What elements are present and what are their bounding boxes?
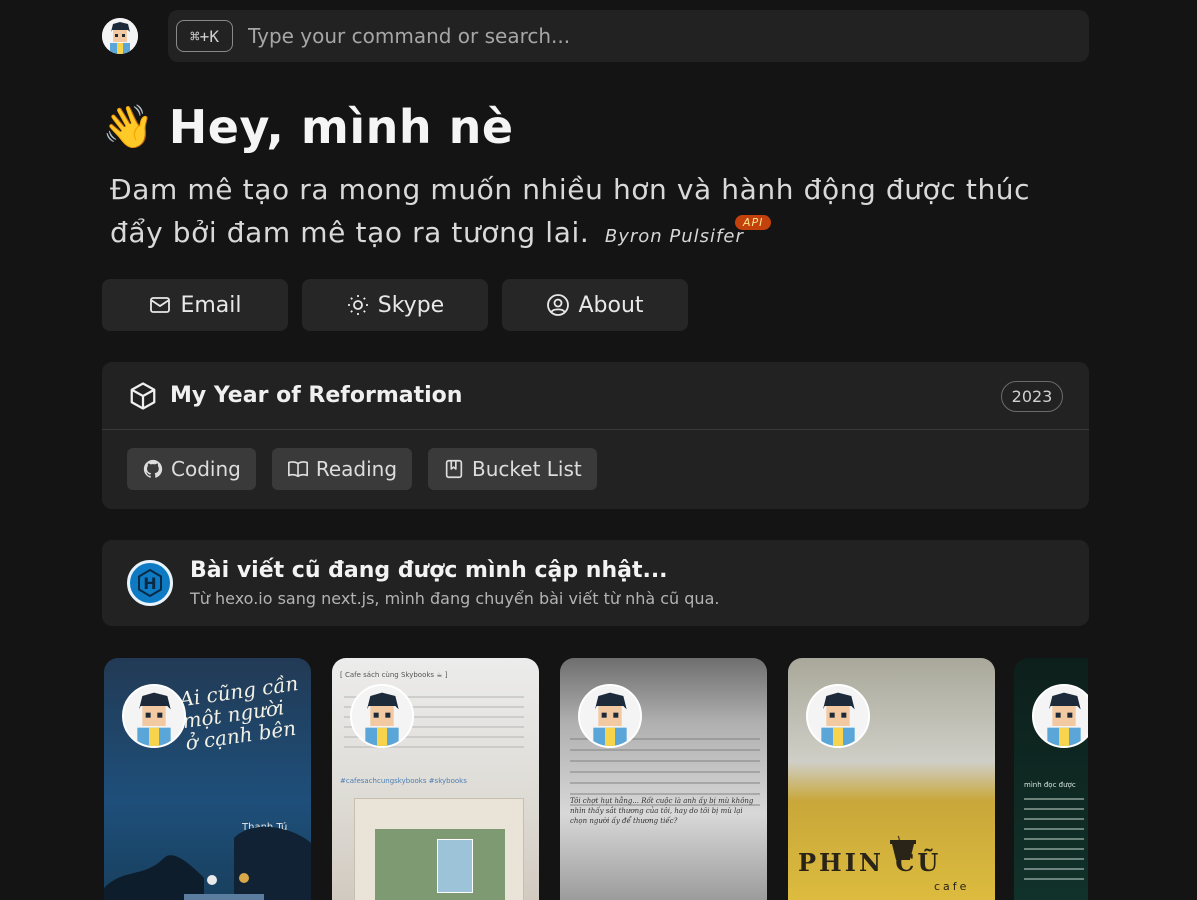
about-label: About — [578, 292, 644, 318]
hexo-update-card[interactable]: H Bài viết cũ đang được mình cập nhật...… — [102, 540, 1089, 626]
greeting-heading: 👋 Hey, mình nè — [102, 96, 514, 158]
tab-bucket-list-label: Bucket List — [472, 457, 582, 481]
story-card-5[interactable]: mình đọc được — [1014, 658, 1088, 900]
email-label: Email — [180, 292, 242, 318]
story-card-1[interactable]: Ai cũng cần một người ở cạnh bên Thanh T… — [104, 658, 311, 900]
avatar[interactable] — [102, 18, 138, 54]
story-card-4[interactable]: PHIN CŨ cafe — [788, 658, 995, 900]
pixel-avatar-icon — [102, 18, 138, 54]
story-avatar-3 — [578, 684, 642, 748]
pixel-avatar-icon — [580, 686, 640, 746]
cafe-sign-sub: cafe — [934, 880, 970, 893]
skype-button[interactable]: Skype — [302, 279, 488, 331]
cube-icon — [130, 381, 156, 410]
command-search[interactable]: ⌘+K — [168, 10, 1089, 62]
coffee-filter-icon — [890, 835, 916, 860]
story-avatar-4 — [806, 684, 870, 748]
quote: Đam mê tạo ra mong muốn nhiều hơn và hàn… — [110, 168, 1060, 258]
skybooks-tags: #cafesachcungskybooks #skybooks — [340, 777, 467, 785]
reformation-header: My Year of Reformation — [102, 362, 1089, 430]
hexo-title: Bài viết cũ đang được mình cập nhật... — [190, 558, 668, 583]
story-avatar-5 — [1032, 684, 1088, 748]
year-badge: 2023 — [1001, 381, 1063, 412]
pixel-avatar-icon — [1034, 686, 1088, 746]
story-card-3[interactable]: Tôi chợt hụt hẫng... Rốt cuộc là anh ấy … — [560, 658, 767, 900]
pixel-avatar-icon — [124, 686, 184, 746]
book-cover-title: Ai cũng cần một người ở cạnh bên — [177, 671, 300, 756]
github-icon — [143, 459, 163, 478]
sun-icon — [347, 295, 368, 315]
story-carousel[interactable]: Ai cũng cần một người ở cạnh bên Thanh T… — [104, 658, 1088, 900]
reformation-card: My Year of Reformation 2023 Coding Readi… — [102, 362, 1089, 509]
search-input[interactable] — [248, 10, 1068, 62]
tab-coding[interactable]: Coding — [127, 448, 256, 490]
post-text-lines — [1024, 798, 1084, 888]
quote-text: Đam mê tạo ra mong muốn nhiều hơn và hàn… — [110, 173, 1031, 249]
top-bar: ⌘+K — [102, 10, 1089, 62]
hexo-subtitle: Từ hexo.io sang next.js, mình đang chuyể… — [190, 589, 720, 608]
skype-label: Skype — [377, 292, 445, 318]
tab-reading-label: Reading — [315, 457, 398, 481]
pixel-avatar-icon — [808, 686, 868, 746]
post-photo — [354, 798, 524, 900]
contact-buttons: Email Skype About — [102, 279, 688, 331]
mail-icon — [150, 297, 171, 313]
book-open-icon — [287, 461, 308, 478]
story-caption: Tôi chợt hụt hẫng... Rốt cuộc là anh ấy … — [570, 797, 754, 825]
api-badge[interactable]: API — [735, 215, 772, 230]
tree-silhouette-icon — [104, 826, 311, 900]
cafe-sign: PHIN CŨ — [798, 848, 942, 877]
reformation-tabs: Coding Reading Bucket List — [127, 448, 597, 490]
about-button[interactable]: About — [502, 279, 688, 331]
hexo-logo-icon: H — [127, 560, 173, 606]
story-avatar-2 — [350, 684, 414, 748]
greeting-text: Hey, mình nè — [168, 100, 514, 154]
tab-reading[interactable]: Reading — [271, 448, 413, 490]
shortcut-hint: ⌘+K — [176, 20, 233, 52]
hexo-hexagon-icon: H — [138, 568, 162, 598]
pixel-avatar-icon — [352, 686, 412, 746]
bookmark-book-icon — [445, 459, 463, 479]
user-circle-icon — [547, 294, 570, 316]
wave-icon: 👋 — [102, 102, 155, 151]
story-card-2[interactable]: [ Cafe sách cùng Skybooks ☕ ] #cafesachc… — [332, 658, 539, 900]
tab-bucket-list[interactable]: Bucket List — [428, 448, 597, 490]
email-button[interactable]: Email — [102, 279, 288, 331]
story-text: mình đọc được — [1024, 781, 1076, 789]
story-avatar-1 — [122, 684, 186, 748]
reformation-title: My Year of Reformation — [170, 383, 463, 408]
quote-author: Byron Pulsifer — [604, 226, 744, 247]
tab-coding-label: Coding — [171, 457, 241, 481]
skybooks-header: [ Cafe sách cùng Skybooks ☕ ] — [340, 671, 448, 679]
hexo-letter: H — [143, 574, 156, 593]
